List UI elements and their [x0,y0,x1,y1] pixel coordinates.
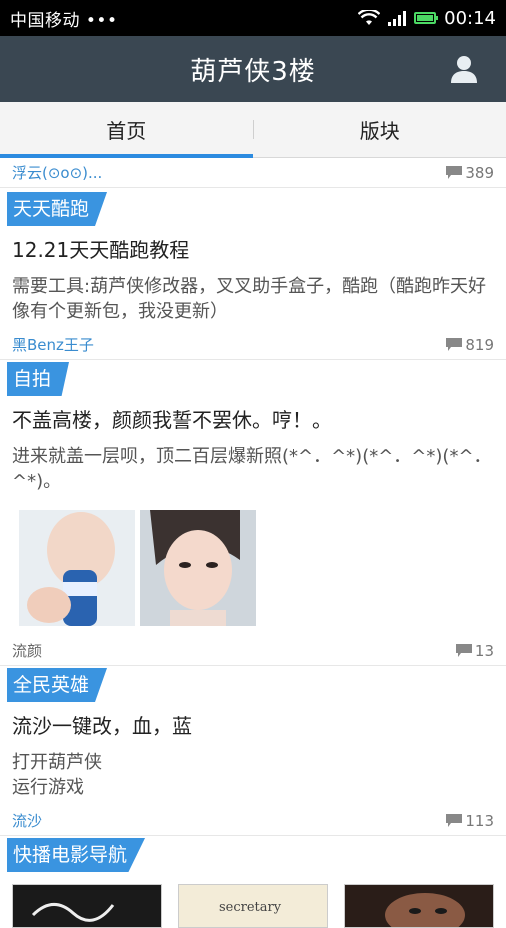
section-tag[interactable]: 自拍 [7,362,69,396]
post-item[interactable]: 浮云(⊙o⊙)... 389 天天酷跑 12.21天天酷跑教程 需要工具:葫芦侠… [0,158,506,330]
movie-thumbnail[interactable] [344,884,494,928]
post-item[interactable]: 流沙 113 快播电影导航 secretary [0,806,506,928]
carrier-label: 中国移动 ••• [10,6,118,31]
battery-icon [414,12,436,24]
movie-thumbnail-text: secretary [219,900,282,915]
comment-icon [446,814,462,827]
photo-thumbnail[interactable] [19,510,135,626]
post-meta: 黑Benz王子 819 [0,330,506,360]
photo-strip [0,500,506,636]
comment-count-value: 389 [465,164,494,182]
tab-home-label: 首页 [106,115,146,144]
status-icons: 00:14 [358,8,496,29]
comment-icon [446,338,462,351]
post-body: 需要工具:葫芦侠修改器，叉叉助手盒子，酷跑（酷跑昨天好像有个更新包，我没更新） [0,268,506,330]
author-link[interactable]: 黑Benz王子 [12,334,94,355]
page-title: 葫芦侠3楼 [190,51,316,88]
user-icon[interactable] [450,54,478,84]
author-link[interactable]: 流沙 [12,810,42,831]
movie-thumbnail[interactable]: secretary [178,884,328,928]
comment-count-value: 13 [475,642,494,660]
comment-icon [446,166,462,179]
clock: 00:14 [444,8,496,29]
wifi-icon [358,10,380,26]
section-tag[interactable]: 天天酷跑 [7,192,107,226]
section-tag[interactable]: 快播电影导航 [7,838,145,872]
photo-thumbnail[interactable] [140,510,256,626]
tab-sections[interactable]: 版块 [254,102,506,157]
tab-bar: 首页 版块 [0,102,506,158]
post-item[interactable]: 黑Benz王子 819 自拍 不盖高楼，颜颜我誓不罢休。哼！。 进来就盖一层呗，… [0,330,506,636]
comment-count: 13 [456,642,494,660]
post-body: 进来就盖一层呗，顶二百层爆新照(*^．^*)(*^．^*)(*^．^*)。 [0,438,506,500]
signal-icon [388,10,406,26]
post-title[interactable]: 流沙一键改，血，蓝 [0,702,506,744]
tab-home[interactable]: 首页 [0,102,253,157]
post-body-line: 运行游戏 [12,775,494,800]
tab-sections-label: 版块 [360,115,400,144]
comment-count: 389 [446,164,494,182]
post-title[interactable]: 不盖高楼，颜颜我誓不罢休。哼！。 [0,396,506,438]
thumbnail-strip: secretary [0,872,506,928]
comment-icon [456,644,472,657]
post-meta: 流颜 13 [0,636,506,666]
comment-count: 113 [446,812,494,830]
post-title[interactable]: 12.21天天酷跑教程 [0,226,506,268]
title-bar: 葫芦侠3楼 [0,36,506,102]
post-feed: 浮云(⊙o⊙)... 389 天天酷跑 12.21天天酷跑教程 需要工具:葫芦侠… [0,158,506,928]
status-bar: 中国移动 ••• 00:14 [0,0,506,36]
comment-count: 819 [446,336,494,354]
post-meta: 流沙 113 [0,806,506,836]
post-item[interactable]: 流颜 13 全民英雄 流沙一键改，血，蓝 打开葫芦侠 运行游戏 [0,636,506,806]
post-body-line: 打开葫芦侠 [12,750,494,775]
author-link[interactable]: 浮云(⊙o⊙)... [12,162,102,183]
section-tag[interactable]: 全民英雄 [7,668,107,702]
comment-count-value: 113 [465,812,494,830]
movie-thumbnail[interactable] [12,884,162,928]
comment-count-value: 819 [465,336,494,354]
post-meta: 浮云(⊙o⊙)... 389 [0,158,506,188]
post-body: 打开葫芦侠 运行游戏 [0,744,506,806]
author-link[interactable]: 流颜 [12,640,42,661]
